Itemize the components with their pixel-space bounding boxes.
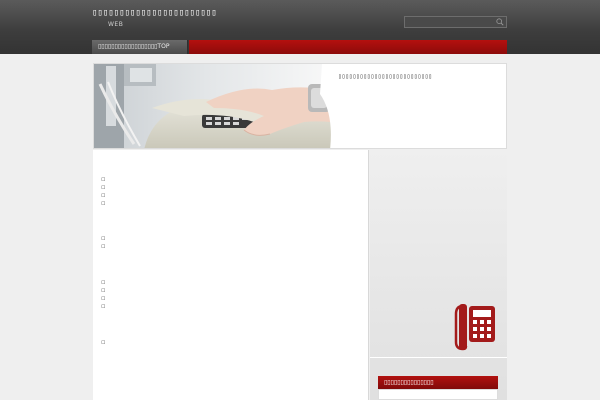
search-icon[interactable] xyxy=(496,18,504,26)
hero-banner: ▯▯▯▯▯▯▯▯▯▯▯▯▯▯▯▯▯▯▯▯▯▯▯▯▯▯ xyxy=(93,63,507,149)
list-item: ▫ xyxy=(101,338,106,346)
sidebar: ▯▯▯▯▯▯▯▯▯▯▯▯▯▯▯ xyxy=(370,150,507,400)
list-item: ▫ xyxy=(101,294,106,302)
widget-body xyxy=(378,389,498,400)
hero-caption: ▯▯▯▯▯▯▯▯▯▯▯▯▯▯▯▯▯▯▯▯▯▯▯▯▯▯ xyxy=(338,73,432,80)
list-item: ▫ xyxy=(101,302,106,310)
sidebar-divider xyxy=(370,357,507,358)
site-subtitle: WEB xyxy=(108,21,124,28)
widget-title: ▯▯▯▯▯▯▯▯▯▯▯▯▯▯▯ xyxy=(378,376,498,389)
list-item: ▫ xyxy=(101,191,106,199)
hero-photo xyxy=(94,64,344,148)
site-title[interactable]: ▯▯▯▯▯▯▯▯▯▯▯▯▯▯▯▯▯▯▯▯▯▯▯ xyxy=(92,7,232,19)
list-item: ▫ xyxy=(101,175,106,183)
bullet-list-4: ▫ xyxy=(101,338,106,346)
search-input[interactable] xyxy=(405,17,499,27)
site-header: ▯▯▯▯▯▯▯▯▯▯▯▯▯▯▯▯▯▯▯▯▯▯▯ WEB ▯▯▯▯▯▯▯▯▯▯▯▯… xyxy=(0,0,600,54)
list-item: ▫ xyxy=(101,242,106,250)
list-item: ▫ xyxy=(101,286,106,294)
list-item: ▫ xyxy=(101,234,106,242)
bullet-list-3: ▫ ▫ ▫ ▫ xyxy=(101,278,106,310)
list-item: ▫ xyxy=(101,199,106,207)
main-content: ▫ ▫ ▫ ▫ ▫ ▫ ▫ ▫ ▫ ▫ ▫ xyxy=(93,150,369,400)
telephone-icon[interactable] xyxy=(453,302,498,352)
search-box[interactable] xyxy=(404,16,507,28)
bullet-list-1: ▫ ▫ ▫ ▫ xyxy=(101,175,106,207)
nav-bar-accent xyxy=(189,40,507,54)
bullet-list-2: ▫ ▫ xyxy=(101,234,106,250)
list-item: ▫ xyxy=(101,278,106,286)
list-item: ▫ xyxy=(101,183,106,191)
nav-item-home[interactable]: ▯▯▯▯▯▯▯▯▯▯▯▯▯▯▯▯▯▯TOP xyxy=(92,40,188,54)
main-nav: ▯▯▯▯▯▯▯▯▯▯▯▯▯▯▯▯▯▯TOP xyxy=(92,40,507,54)
